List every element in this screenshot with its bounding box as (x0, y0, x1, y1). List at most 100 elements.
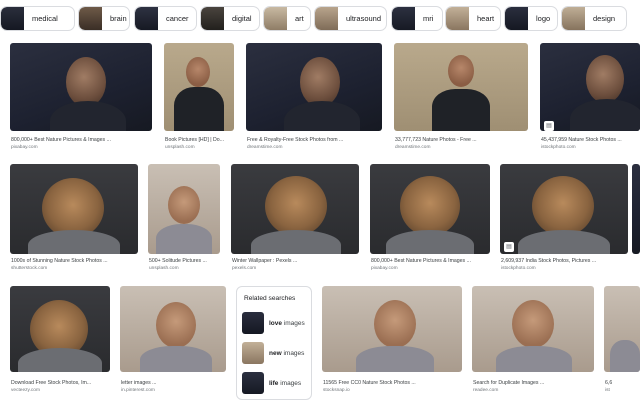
chip-digital[interactable]: digital (200, 6, 260, 31)
chip-label: mri (423, 14, 434, 23)
filter-chips-row: medical brain cancer digital art ultraso… (0, 0, 640, 40)
related-item-love[interactable]: love images (242, 311, 308, 335)
chip-art[interactable]: art (263, 6, 311, 31)
ultrasound-thumb (315, 7, 338, 30)
result-source: in.pinterest.com (121, 388, 155, 393)
result-source: pexels.com (232, 266, 257, 271)
chip-design[interactable]: design (561, 6, 627, 31)
result-tile[interactable]: Winter Wallpaper : Pexels ... pexels.com (231, 164, 359, 274)
chip-cancer[interactable]: cancer (134, 6, 197, 31)
design-thumb (562, 7, 585, 30)
related-item-life[interactable]: life images (242, 371, 308, 395)
result-caption: Download Free Stock Photos, Im... (11, 380, 92, 386)
result-tile[interactable]: Free & Royalty-Free Stock Photos from ..… (246, 43, 382, 151)
chip-label: digital (232, 14, 252, 23)
chip-ultrasound[interactable]: ultrasound (314, 6, 387, 31)
image-badge-icon: ▤ (544, 121, 554, 131)
result-caption: Book Pictures [HD] | Do... (165, 137, 225, 143)
result-tile[interactable]: 11565 Free CC0 Nature Stock Photos ... s… (322, 286, 462, 400)
image-badge-icon: ▤ (504, 242, 514, 252)
chip-label: brain (110, 14, 127, 23)
result-image[interactable] (472, 286, 594, 372)
result-tile[interactable]: ▤ 2,609,937 India Stock Photos, Pictures… (500, 164, 628, 274)
result-source: dreamstime.com (395, 145, 431, 150)
result-image[interactable] (10, 286, 110, 372)
related-bold: life (269, 379, 279, 387)
related-bold: love (269, 319, 283, 327)
chip-medical[interactable]: medical (0, 6, 75, 31)
result-source: shutterstock.com (11, 266, 48, 271)
result-tile-partial[interactable]: 6,6 ist (604, 286, 640, 400)
related-thumb (242, 342, 264, 364)
related-rest: images (282, 319, 305, 327)
result-image[interactable] (370, 164, 490, 254)
result-image[interactable] (500, 164, 628, 254)
chip-label: logo (536, 14, 551, 23)
result-image[interactable] (540, 43, 640, 131)
result-image[interactable] (120, 286, 226, 372)
result-source: ist (605, 388, 610, 393)
brain-thumb (79, 7, 102, 30)
related-thumb (242, 312, 264, 334)
result-caption: 2,609,937 India Stock Photos, Pictures .… (501, 258, 597, 264)
result-source: readee.com (473, 388, 499, 393)
result-source: vecteezy.com (11, 388, 40, 393)
result-image[interactable] (10, 43, 152, 131)
cancer-thumb (135, 7, 158, 30)
related-searches-card: Related searches love images new images … (236, 286, 312, 400)
result-tile[interactable]: ▤ 45,437,959 Nature Stock Photos ... ist… (540, 43, 640, 151)
result-source: pixabay.com (371, 266, 398, 271)
result-source: stocksnap.io (323, 388, 350, 393)
result-tile[interactable]: 1000s of Stunning Nature Stock Photos ..… (10, 164, 138, 274)
result-tile[interactable]: Download Free Stock Photos, Im... vectee… (10, 286, 110, 400)
result-source: istockphoto.com (541, 145, 576, 150)
result-image[interactable] (604, 286, 640, 372)
related-searches-title: Related searches (244, 295, 296, 302)
result-caption: 6,6 (605, 380, 613, 386)
result-image[interactable] (164, 43, 234, 131)
result-image[interactable] (246, 43, 382, 131)
result-caption: Free & Royalty-Free Stock Photos from ..… (247, 137, 344, 143)
result-caption: 800,000+ Best Nature Pictures & Images .… (11, 137, 111, 143)
result-caption: 500+ Solitude Pictures ... (149, 258, 207, 264)
result-caption: Search for Duplicate Images ... (473, 380, 545, 386)
chip-heart[interactable]: heart (445, 6, 501, 31)
chip-label: medical (32, 14, 58, 23)
result-caption: 45,437,959 Nature Stock Photos ... (541, 137, 622, 143)
result-tile[interactable]: letter images ... in.pinterest.com (120, 286, 226, 400)
result-image[interactable] (231, 164, 359, 254)
result-tile[interactable]: Book Pictures [HD] | Do... unsplash.com (164, 43, 234, 151)
result-tile[interactable]: Search for Duplicate Images ... readee.c… (472, 286, 594, 400)
result-caption: 1000s of Stunning Nature Stock Photos ..… (11, 258, 108, 264)
result-tile-partial[interactable] (632, 164, 640, 254)
mri-thumb (392, 7, 415, 30)
result-image[interactable] (632, 164, 640, 254)
art-thumb (264, 7, 287, 30)
result-image[interactable] (322, 286, 462, 372)
heart-thumb (446, 7, 469, 30)
result-caption: 800,000+ Best Nature Pictures & Images .… (371, 258, 471, 264)
result-tile[interactable]: 800,000+ Best Nature Pictures & Images .… (10, 43, 152, 151)
result-image[interactable] (148, 164, 220, 254)
result-caption: 33,777,723 Nature Photos - Free ... (395, 137, 477, 143)
result-source: unsplash.com (165, 145, 195, 150)
result-image[interactable] (394, 43, 528, 131)
logo-thumb (505, 7, 528, 30)
result-tile[interactable]: 800,000+ Best Nature Pictures & Images .… (370, 164, 490, 274)
result-image[interactable] (10, 164, 138, 254)
result-source: dreamstime.com (247, 145, 283, 150)
result-source: unsplash.com (149, 266, 179, 271)
chip-brain[interactable]: brain (78, 6, 130, 31)
result-tile[interactable]: 33,777,723 Nature Photos - Free ... drea… (394, 43, 528, 151)
chip-mri[interactable]: mri (391, 6, 443, 31)
related-item-new[interactable]: new images (242, 341, 308, 365)
result-source: istockphoto.com (501, 266, 536, 271)
chip-label: design (593, 14, 616, 23)
chip-logo[interactable]: logo (504, 6, 558, 31)
chip-label: art (295, 14, 304, 23)
medical-thumb (1, 7, 24, 30)
related-rest: images (281, 349, 305, 357)
result-source: pixabay.com (11, 145, 38, 150)
related-bold: new (269, 349, 282, 357)
result-tile[interactable]: 500+ Solitude Pictures ... unsplash.com (148, 164, 220, 274)
